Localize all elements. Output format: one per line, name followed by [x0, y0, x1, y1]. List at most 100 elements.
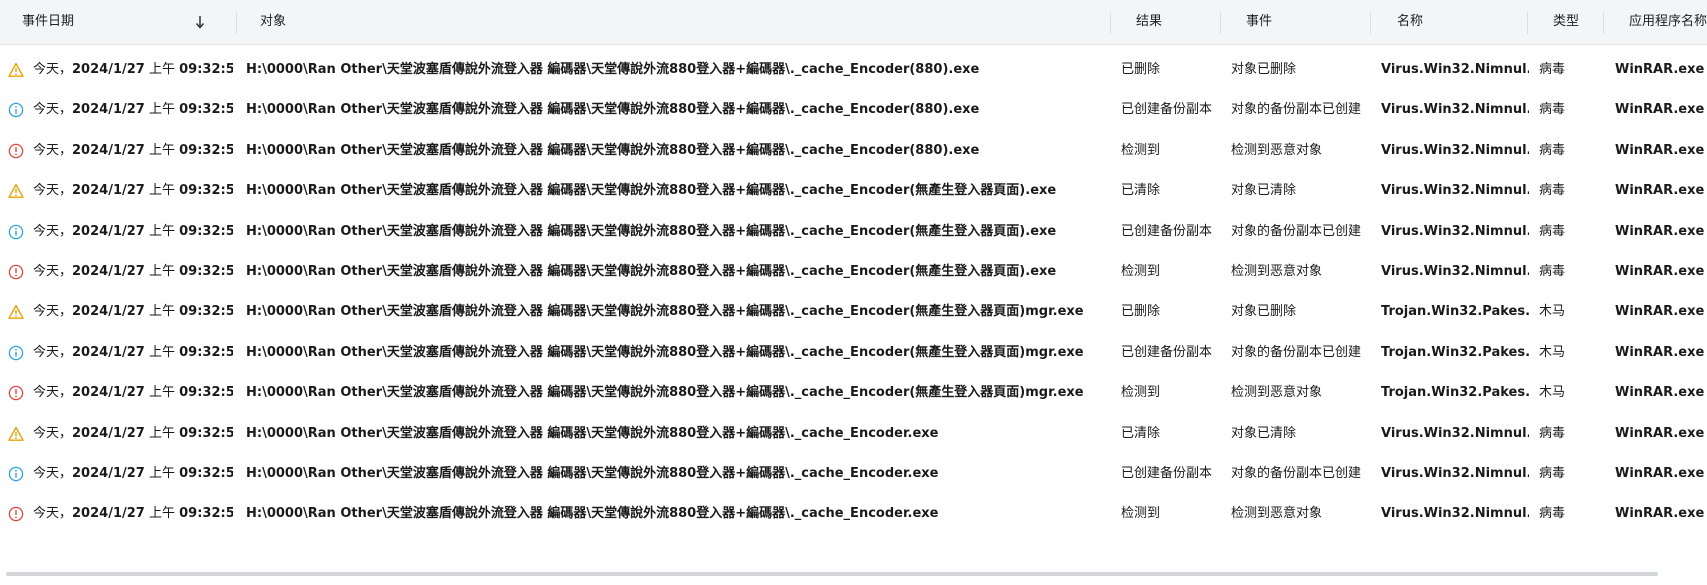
- date-prefix: 今天，: [33, 344, 73, 360]
- threat-type: 病毒: [1539, 183, 1566, 199]
- event-text: 检测到恶意对象: [1231, 264, 1323, 279]
- event-date: 今天，2024/1/27 上午 09:32:52: [33, 210, 233, 254]
- event-date: 今天，2024/1/27 上午 09:32:52: [33, 452, 233, 496]
- threat-name: Trojan.Win32.Pakes.ty: [1381, 344, 1529, 360]
- threat-type: 病毒: [1539, 466, 1566, 481]
- warning-icon: [8, 184, 24, 199]
- event-text: 对象已清除: [1231, 183, 1297, 199]
- date-prefix: 今天，: [33, 264, 73, 279]
- object-path: H:\0000\Ran Other\天堂波塞盾傳說外流登入器 編碼器\天堂傳說外…: [246, 344, 1084, 360]
- table-row[interactable]: 今天，2024/1/27 上午 09:32:52 H:\0000\Ran Othe…: [0, 331, 1707, 375]
- info-icon: [8, 103, 24, 118]
- event-date: 今天，2024/1/27 上午 09:32:52: [33, 129, 233, 173]
- event-text: 检测到恶意对象: [1231, 506, 1323, 522]
- error-icon: [8, 507, 24, 522]
- app-name: WinRAR.exe: [1615, 102, 1705, 118]
- threat-name: Virus.Win32.Nimnul.a: [1381, 142, 1529, 158]
- threat-name: Virus.Win32.Nimnul.a: [1381, 183, 1529, 199]
- column-header-app[interactable]: 应用程序名称: [1629, 0, 1707, 44]
- table-row[interactable]: 今天，2024/1/27 上午 09:32:52 H:\0000\Ran Othe…: [0, 169, 1707, 213]
- event-date: 今天，2024/1/27 上午 09:32:53: [33, 48, 233, 92]
- date-value: 2024/1/27: [72, 183, 145, 199]
- sort-descending-icon[interactable]: [194, 13, 206, 31]
- threat-type: 病毒: [1539, 62, 1566, 77]
- table-row[interactable]: 今天，2024/1/27 上午 09:32:52 H:\0000\Ran Othe…: [0, 452, 1707, 496]
- table-row[interactable]: 今天，2024/1/27 上午 09:32:52 H:\0000\Ran Othe…: [0, 210, 1707, 254]
- result-text: 已删除: [1121, 304, 1161, 320]
- date-ampm: 上午: [144, 506, 180, 522]
- date-ampm: 上午: [144, 264, 180, 279]
- table-row[interactable]: 今天，2024/1/27 上午 09:32:51 H:\0000\Ran Othe…: [0, 492, 1707, 536]
- table-row[interactable]: 今天，2024/1/27 上午 09:32:52 H:\0000\Ran Othe…: [0, 371, 1707, 415]
- info-icon: [8, 466, 24, 482]
- event-date: 今天，2024/1/27 上午 09:32:52: [33, 331, 233, 375]
- column-resize-handle[interactable]: [236, 12, 237, 34]
- threat-type: 木马: [1539, 344, 1566, 360]
- column-header-type[interactable]: 类型: [1553, 0, 1579, 44]
- date-prefix: 今天，: [33, 102, 73, 118]
- column-header-date[interactable]: 事件日期: [22, 0, 74, 44]
- result-text: 检测到: [1121, 506, 1161, 522]
- threat-name: Virus.Win32.Nimnul.a: [1381, 223, 1529, 239]
- warning-icon: [8, 62, 24, 77]
- table-row[interactable]: 今天，2024/1/27 上午 09:32:52 H:\0000\Ran Othe…: [0, 88, 1707, 132]
- result-text: 已创建备份副本: [1121, 102, 1213, 118]
- column-header-object[interactable]: 对象: [260, 0, 286, 44]
- event-text: 对象的备份副本已创建: [1231, 102, 1362, 118]
- event-text: 对象已清除: [1231, 425, 1297, 441]
- horizontal-scrollbar[interactable]: [6, 572, 1658, 576]
- app-name: WinRAR.exe: [1615, 304, 1705, 320]
- app-name: WinRAR.exe: [1615, 264, 1705, 279]
- column-header-event[interactable]: 事件: [1246, 0, 1272, 44]
- column-resize-handle[interactable]: [1370, 12, 1371, 34]
- table-row[interactable]: 今天，2024/1/27 上午 09:32:52 H:\0000\Ran Othe…: [0, 290, 1707, 334]
- threat-name: Virus.Win32.Nimnul.a: [1381, 102, 1529, 118]
- date-value: 2024/1/27: [72, 506, 145, 522]
- error-icon: [8, 143, 24, 159]
- result-text: 已创建备份副本: [1121, 466, 1213, 481]
- result-text: 检测到: [1121, 264, 1161, 279]
- time-value: 09:32:52: [179, 142, 233, 158]
- event-date: 今天，2024/1/27 上午 09:32:51: [33, 492, 233, 536]
- app-name: WinRAR.exe: [1615, 506, 1705, 522]
- date-ampm: 上午: [144, 223, 180, 239]
- date-prefix: 今天，: [33, 466, 73, 481]
- time-value: 09:32:52: [179, 466, 233, 481]
- threat-type: 病毒: [1539, 506, 1566, 522]
- date-ampm: 上午: [144, 183, 180, 199]
- result-text: 已清除: [1121, 183, 1161, 199]
- table-row[interactable]: 今天，2024/1/27 上午 09:32:52 H:\0000\Ran Othe…: [0, 250, 1707, 294]
- time-value: 09:32:52: [179, 102, 233, 118]
- column-header-name[interactable]: 名称: [1397, 0, 1423, 44]
- column-resize-handle[interactable]: [1603, 12, 1604, 34]
- object-path: H:\0000\Ran Other\天堂波塞盾傳說外流登入器 編碼器\天堂傳說外…: [246, 385, 1084, 401]
- time-value: 09:32:52: [179, 223, 233, 239]
- threat-name: Virus.Win32.Nimnul.a: [1381, 425, 1529, 441]
- event-date: 今天，2024/1/27 上午 09:32:52: [33, 250, 233, 294]
- column-resize-handle[interactable]: [1220, 12, 1221, 34]
- date-ampm: 上午: [144, 385, 180, 401]
- time-value: 09:32:52: [179, 304, 233, 320]
- date-ampm: 上午: [144, 425, 180, 441]
- date-value: 2024/1/27: [72, 62, 145, 77]
- table-row[interactable]: 今天，2024/1/27 上午 09:32:52 H:\0000\Ran Othe…: [0, 129, 1707, 173]
- object-path: H:\0000\Ran Other\天堂波塞盾傳說外流登入器 編碼器\天堂傳說外…: [246, 264, 1057, 279]
- threat-name: Virus.Win32.Nimnul.a: [1381, 264, 1529, 279]
- table-row[interactable]: 今天，2024/1/27 上午 09:32:52 H:\0000\Ran Othe…: [0, 412, 1707, 456]
- threat-type: 病毒: [1539, 425, 1566, 441]
- threat-type: 病毒: [1539, 264, 1566, 279]
- column-header-result[interactable]: 结果: [1136, 0, 1162, 44]
- object-path: H:\0000\Ran Other\天堂波塞盾傳說外流登入器 編碼器\天堂傳說外…: [246, 304, 1084, 320]
- object-path: H:\0000\Ran Other\天堂波塞盾傳說外流登入器 編碼器\天堂傳說外…: [246, 466, 939, 481]
- table-row[interactable]: 今天，2024/1/27 上午 09:32:53 H:\0000\Ran Othe…: [0, 48, 1707, 92]
- time-value: 09:32:51: [179, 506, 233, 522]
- date-value: 2024/1/27: [72, 425, 145, 441]
- date-ampm: 上午: [144, 142, 180, 158]
- warning-icon: [8, 426, 24, 441]
- column-resize-handle[interactable]: [1110, 12, 1111, 34]
- threat-type: 木马: [1539, 304, 1566, 320]
- date-prefix: 今天，: [33, 62, 73, 77]
- column-resize-handle[interactable]: [1527, 12, 1528, 34]
- app-name: WinRAR.exe: [1615, 223, 1705, 239]
- info-icon: [8, 224, 24, 239]
